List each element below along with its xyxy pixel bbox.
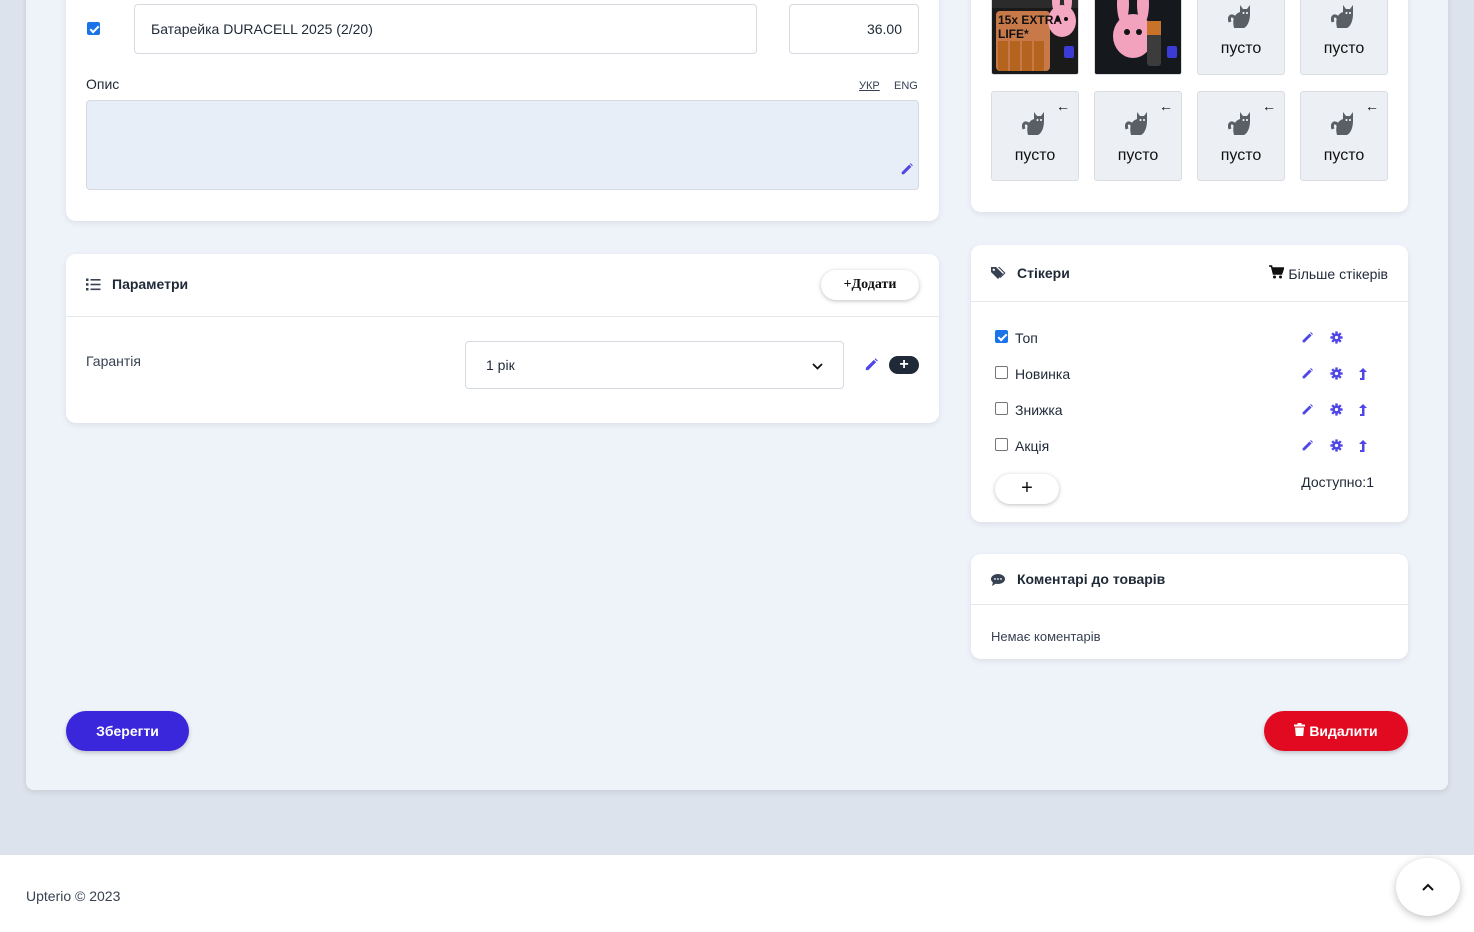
empty-slot-label: пусто [1323, 147, 1365, 164]
arrow-up-icon[interactable] [1358, 439, 1368, 458]
delete-button[interactable]: Видалити [1264, 711, 1408, 751]
chevron-up-icon [1422, 878, 1434, 896]
arrow-left-icon[interactable]: ← [1365, 98, 1379, 114]
arrow-left-icon[interactable]: ← [1056, 98, 1070, 114]
product-image-2[interactable] [1094, 0, 1182, 75]
cart-icon [1269, 265, 1286, 282]
description-label: Опис [86, 76, 120, 92]
sticker-checkbox[interactable] [995, 438, 1008, 451]
arrow-left-icon[interactable]: ← [1262, 98, 1276, 114]
sticker-row: Знижка [971, 402, 1408, 422]
copyright-text: Upterio © 2023 [26, 888, 121, 904]
scroll-to-top-button[interactable] [1396, 858, 1460, 916]
cat-icon [1022, 109, 1050, 140]
parameters-card: Параметри +Додати Гарантія 1 рік + [66, 254, 939, 423]
pencil-icon[interactable] [1301, 367, 1314, 385]
empty-image-slot[interactable]: ← пусто [1300, 91, 1388, 181]
arrow-left-icon[interactable]: ← [1159, 98, 1173, 114]
sticker-label: Знижка [1015, 402, 1063, 418]
gear-icon[interactable] [1330, 439, 1343, 457]
product-name-value: Батарейка DURACELL 2025 (2/20) [151, 21, 373, 37]
images-card: 15x EXTRA LIFE* ← пусто ← пусто ← [971, 0, 1408, 212]
tags-icon [991, 266, 1007, 285]
available-count: Доступно:1 [1301, 474, 1374, 490]
sticker-row: Топ [971, 330, 1408, 350]
add-sticker-button[interactable]: + [995, 474, 1059, 504]
pencil-icon[interactable] [1301, 331, 1314, 349]
cat-icon [1228, 2, 1256, 33]
lang-eng-link[interactable]: ENG [894, 80, 918, 92]
comments-title: Коментарі до товарів [1017, 571, 1166, 587]
pencil-icon[interactable] [864, 357, 879, 377]
comments-card: Коментарі до товарів Немає коментарів [971, 554, 1408, 659]
sticker-label: Акція [1015, 438, 1050, 454]
empty-image-slot[interactable]: ← пусто [1197, 91, 1285, 181]
arrow-up-icon[interactable] [1358, 403, 1368, 422]
comments-empty-text: Немає коментарів [991, 629, 1101, 644]
gear-icon[interactable] [1330, 331, 1343, 349]
gear-icon[interactable] [1330, 403, 1343, 421]
arrow-up-icon[interactable] [1358, 367, 1368, 386]
lang-ukr-link[interactable]: УКР [859, 80, 880, 92]
more-stickers-link[interactable]: Більше стікерів [1269, 265, 1388, 282]
pencil-icon[interactable] [900, 162, 914, 181]
sticker-label: Топ [1015, 330, 1038, 346]
add-parameter-button[interactable]: +Додати [821, 270, 919, 300]
sticker-checkbox[interactable] [995, 330, 1008, 343]
product-enabled-checkbox[interactable] [87, 22, 100, 35]
pencil-icon[interactable] [1301, 439, 1314, 457]
product-price-input[interactable]: 36.00 [789, 4, 919, 54]
product-price-value: 36.00 [866, 21, 902, 37]
cat-icon [1331, 2, 1359, 33]
empty-image-slot[interactable]: ← пусто [1197, 0, 1285, 75]
empty-slot-label: пусто [1117, 147, 1159, 164]
pencil-icon[interactable] [1301, 403, 1314, 421]
gear-icon[interactable] [1330, 367, 1343, 385]
chevron-down-icon [812, 357, 823, 373]
cat-icon [1331, 109, 1359, 140]
empty-slot-label: пусто [1323, 40, 1365, 57]
delete-label: Видалити [1309, 723, 1378, 739]
empty-image-slot[interactable]: ← пусто [1300, 0, 1388, 75]
description-textarea[interactable] [86, 100, 919, 190]
parameter-label: Гарантія [86, 353, 141, 369]
save-button[interactable]: Зберегти [66, 711, 189, 751]
parameters-title: Параметри [112, 276, 189, 292]
sticker-checkbox[interactable] [995, 366, 1008, 379]
empty-image-slot[interactable]: ← пусто [991, 91, 1079, 181]
cat-icon [1125, 109, 1153, 140]
sticker-row: Новинка [971, 366, 1408, 386]
arrow-left-icon[interactable]: ← [1365, 0, 1379, 2]
cat-icon [1228, 109, 1256, 140]
stickers-title: Стікери [1017, 265, 1070, 281]
sticker-checkbox[interactable] [995, 402, 1008, 415]
parameter-value-text: 1 рік [486, 357, 515, 373]
product-name-input[interactable]: Батарейка DURACELL 2025 (2/20) [134, 4, 757, 54]
arrow-left-icon[interactable]: ← [1262, 0, 1276, 2]
stickers-header: Стікери Більше стікерів [971, 245, 1408, 302]
comment-icon [991, 573, 1005, 591]
product-image-1[interactable]: 15x EXTRA LIFE* [991, 0, 1079, 75]
parameters-header: Параметри +Додати [66, 254, 939, 317]
add-value-button[interactable]: + [889, 356, 919, 374]
sticker-label: Новинка [1015, 366, 1071, 382]
empty-slot-label: пусто [1220, 147, 1262, 164]
trash-icon [1294, 723, 1306, 739]
empty-image-slot[interactable]: ← пусто [1094, 91, 1182, 181]
list-icon [86, 278, 101, 296]
comments-header: Коментарі до товарів [971, 554, 1408, 605]
stickers-card: Стікери Більше стікерів Топ Новинка Зниж… [971, 245, 1408, 522]
parameter-value-select[interactable]: 1 рік [465, 341, 844, 389]
empty-slot-label: пусто [1014, 147, 1056, 164]
more-stickers-label: Більше стікерів [1288, 265, 1388, 282]
empty-slot-label: пусто [1220, 40, 1262, 57]
footer: Upterio © 2023 [0, 855, 1474, 932]
duracell-label: 15x EXTRA LIFE* [998, 13, 1062, 41]
sticker-row: Акція [971, 438, 1408, 458]
